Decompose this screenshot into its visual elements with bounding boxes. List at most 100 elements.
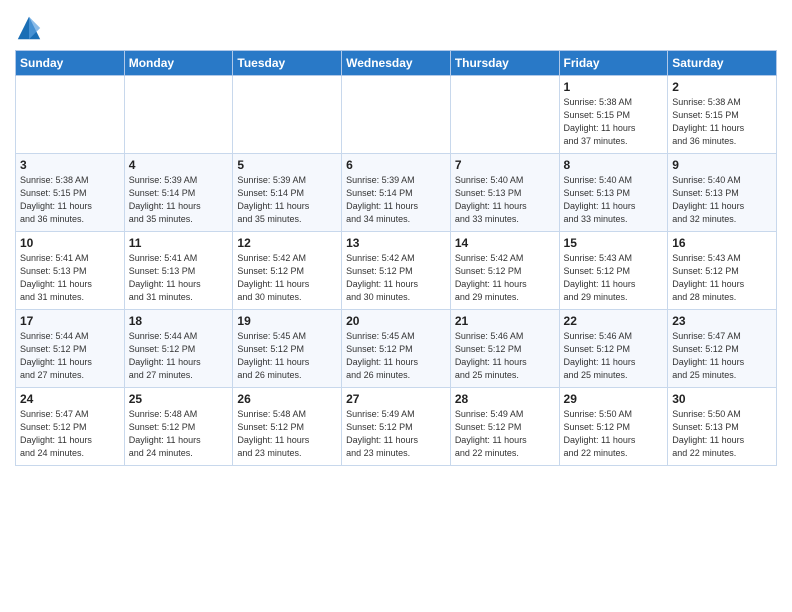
calendar-cell <box>342 76 451 154</box>
day-info: Sunrise: 5:38 AM Sunset: 5:15 PM Dayligh… <box>20 174 120 226</box>
day-number: 24 <box>20 392 120 406</box>
calendar-cell: 2Sunrise: 5:38 AM Sunset: 5:15 PM Daylig… <box>668 76 777 154</box>
calendar-cell: 22 Sunrise: 5:46 AM Sunset: 5:12 PM Dayli… <box>559 310 668 388</box>
calendar-cell: 16 Sunrise: 5:43 AM Sunset: 5:12 PM Dayli… <box>668 232 777 310</box>
day-number: 20 <box>346 314 446 328</box>
day-number: 12 <box>237 236 337 250</box>
day-info: Sunrise: 5:44 AM Sunset: 5:12 PM Dayligh… <box>20 330 120 382</box>
calendar-header-friday: Friday <box>559 51 668 76</box>
calendar-cell <box>233 76 342 154</box>
calendar-cell: 23 Sunrise: 5:47 AM Sunset: 5:12 PM Dayli… <box>668 310 777 388</box>
day-number: 7 <box>455 158 555 172</box>
calendar-header-monday: Monday <box>124 51 233 76</box>
day-number: 19 <box>237 314 337 328</box>
day-info: Sunrise: 5:42 AM Sunset: 5:12 PM Dayligh… <box>346 252 446 304</box>
day-info: Sunrise: 5:39 AM Sunset: 5:14 PM Dayligh… <box>129 174 229 226</box>
logo <box>15 14 45 42</box>
day-info: Sunrise: 5:49 AM Sunset: 5:12 PM Dayligh… <box>455 408 555 460</box>
day-info: Sunrise: 5:50 AM Sunset: 5:13 PM Dayligh… <box>672 408 772 460</box>
day-number: 21 <box>455 314 555 328</box>
logo-icon <box>15 14 43 42</box>
day-info: Sunrise: 5:41 AM Sunset: 5:13 PM Dayligh… <box>20 252 120 304</box>
day-number: 10 <box>20 236 120 250</box>
day-number: 9 <box>672 158 772 172</box>
day-number: 5 <box>237 158 337 172</box>
calendar-cell: 21 Sunrise: 5:46 AM Sunset: 5:12 PM Dayli… <box>450 310 559 388</box>
day-number: 11 <box>129 236 229 250</box>
calendar-week-row: 10 Sunrise: 5:41 AM Sunset: 5:13 PM Dayli… <box>16 232 777 310</box>
day-number: 3 <box>20 158 120 172</box>
day-info: Sunrise: 5:43 AM Sunset: 5:12 PM Dayligh… <box>672 252 772 304</box>
day-number: 6 <box>346 158 446 172</box>
day-number: 16 <box>672 236 772 250</box>
calendar-cell: 7 Sunrise: 5:40 AM Sunset: 5:13 PM Daylig… <box>450 154 559 232</box>
day-info: Sunrise: 5:48 AM Sunset: 5:12 PM Dayligh… <box>237 408 337 460</box>
calendar-cell: 15 Sunrise: 5:43 AM Sunset: 5:12 PM Dayli… <box>559 232 668 310</box>
day-number: 15 <box>564 236 664 250</box>
day-info: Sunrise: 5:46 AM Sunset: 5:12 PM Dayligh… <box>564 330 664 382</box>
calendar-cell: 28Sunrise: 5:49 AM Sunset: 5:12 PM Dayli… <box>450 388 559 466</box>
calendar-cell: 4 Sunrise: 5:39 AM Sunset: 5:14 PM Daylig… <box>124 154 233 232</box>
day-number: 4 <box>129 158 229 172</box>
calendar-table: SundayMondayTuesdayWednesdayThursdayFrid… <box>15 50 777 466</box>
calendar-header-row: SundayMondayTuesdayWednesdayThursdayFrid… <box>16 51 777 76</box>
calendar-cell <box>450 76 559 154</box>
day-number: 22 <box>564 314 664 328</box>
day-info: Sunrise: 5:40 AM Sunset: 5:13 PM Dayligh… <box>672 174 772 226</box>
calendar-cell: 11 Sunrise: 5:41 AM Sunset: 5:13 PM Dayli… <box>124 232 233 310</box>
day-number: 8 <box>564 158 664 172</box>
day-number: 17 <box>20 314 120 328</box>
day-info: Sunrise: 5:46 AM Sunset: 5:12 PM Dayligh… <box>455 330 555 382</box>
calendar-cell: 17 Sunrise: 5:44 AM Sunset: 5:12 PM Dayli… <box>16 310 125 388</box>
calendar-cell: 3 Sunrise: 5:38 AM Sunset: 5:15 PM Daylig… <box>16 154 125 232</box>
header <box>15 10 777 42</box>
calendar-header-sunday: Sunday <box>16 51 125 76</box>
calendar-week-row: 1 Sunrise: 5:38 AM Sunset: 5:15 PM Daylig… <box>16 76 777 154</box>
day-number: 25 <box>129 392 229 406</box>
calendar-cell: 9 Sunrise: 5:40 AM Sunset: 5:13 PM Daylig… <box>668 154 777 232</box>
day-number: 30 <box>672 392 772 406</box>
day-info: Sunrise: 5:43 AM Sunset: 5:12 PM Dayligh… <box>564 252 664 304</box>
calendar-week-row: 3 Sunrise: 5:38 AM Sunset: 5:15 PM Daylig… <box>16 154 777 232</box>
page: SundayMondayTuesdayWednesdayThursdayFrid… <box>0 0 792 476</box>
day-number: 26 <box>237 392 337 406</box>
calendar-cell: 19 Sunrise: 5:45 AM Sunset: 5:12 PM Dayli… <box>233 310 342 388</box>
day-number: 18 <box>129 314 229 328</box>
day-info: Sunrise: 5:38 AM Sunset: 5:15 PM Dayligh… <box>564 96 664 148</box>
day-info: Sunrise: 5:41 AM Sunset: 5:13 PM Dayligh… <box>129 252 229 304</box>
calendar-header-thursday: Thursday <box>450 51 559 76</box>
calendar-cell: 1 Sunrise: 5:38 AM Sunset: 5:15 PM Daylig… <box>559 76 668 154</box>
calendar-cell: 25 Sunrise: 5:48 AM Sunset: 5:12 PM Dayli… <box>124 388 233 466</box>
day-info: Sunrise: 5:48 AM Sunset: 5:12 PM Dayligh… <box>129 408 229 460</box>
calendar-cell: 10 Sunrise: 5:41 AM Sunset: 5:13 PM Dayli… <box>16 232 125 310</box>
day-info: Sunrise: 5:47 AM Sunset: 5:12 PM Dayligh… <box>672 330 772 382</box>
calendar-cell: 30 Sunrise: 5:50 AM Sunset: 5:13 PM Dayli… <box>668 388 777 466</box>
day-number: 13 <box>346 236 446 250</box>
day-info: Sunrise: 5:49 AM Sunset: 5:12 PM Dayligh… <box>346 408 446 460</box>
day-info: Sunrise: 5:39 AM Sunset: 5:14 PM Dayligh… <box>346 174 446 226</box>
day-info: Sunrise: 5:39 AM Sunset: 5:14 PM Dayligh… <box>237 174 337 226</box>
calendar-cell: 27 Sunrise: 5:49 AM Sunset: 5:12 PM Dayli… <box>342 388 451 466</box>
day-info: Sunrise: 5:45 AM Sunset: 5:12 PM Dayligh… <box>237 330 337 382</box>
day-number: 29 <box>564 392 664 406</box>
day-info: Sunrise: 5:40 AM Sunset: 5:13 PM Dayligh… <box>564 174 664 226</box>
calendar-cell <box>16 76 125 154</box>
calendar-cell: 18Sunrise: 5:44 AM Sunset: 5:12 PM Dayli… <box>124 310 233 388</box>
calendar-cell: 14Sunrise: 5:42 AM Sunset: 5:12 PM Dayli… <box>450 232 559 310</box>
calendar-cell: 5 Sunrise: 5:39 AM Sunset: 5:14 PM Daylig… <box>233 154 342 232</box>
calendar-cell <box>124 76 233 154</box>
day-number: 27 <box>346 392 446 406</box>
calendar-header-wednesday: Wednesday <box>342 51 451 76</box>
day-info: Sunrise: 5:47 AM Sunset: 5:12 PM Dayligh… <box>20 408 120 460</box>
day-number: 23 <box>672 314 772 328</box>
calendar-cell: 24 Sunrise: 5:47 AM Sunset: 5:12 PM Dayli… <box>16 388 125 466</box>
day-info: Sunrise: 5:40 AM Sunset: 5:13 PM Dayligh… <box>455 174 555 226</box>
calendar-cell: 6 Sunrise: 5:39 AM Sunset: 5:14 PM Daylig… <box>342 154 451 232</box>
calendar-header-saturday: Saturday <box>668 51 777 76</box>
day-number: 1 <box>564 80 664 94</box>
calendar-week-row: 24 Sunrise: 5:47 AM Sunset: 5:12 PM Dayli… <box>16 388 777 466</box>
day-info: Sunrise: 5:38 AM Sunset: 5:15 PM Dayligh… <box>672 96 772 148</box>
calendar-header-tuesday: Tuesday <box>233 51 342 76</box>
day-info: Sunrise: 5:50 AM Sunset: 5:12 PM Dayligh… <box>564 408 664 460</box>
calendar-cell: 13 Sunrise: 5:42 AM Sunset: 5:12 PM Dayli… <box>342 232 451 310</box>
